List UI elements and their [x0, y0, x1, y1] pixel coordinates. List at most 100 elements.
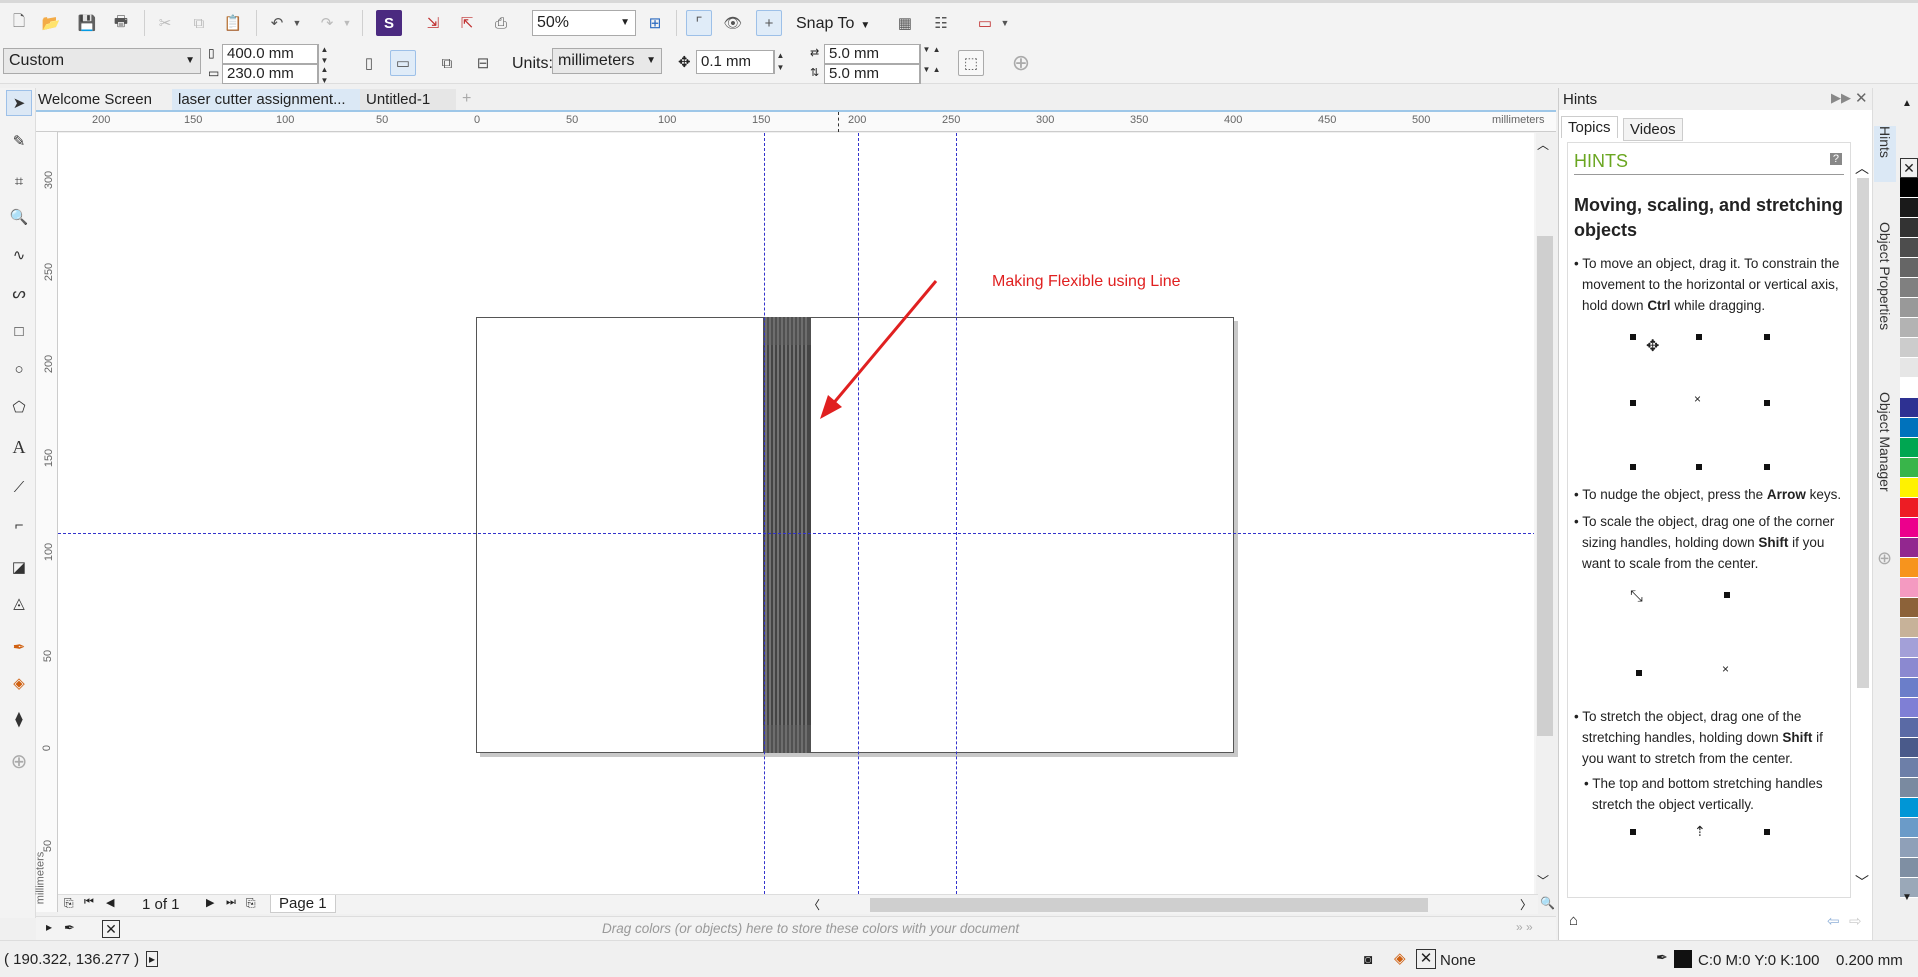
forward-icon[interactable]: ⇨: [1849, 912, 1862, 930]
shape-tool-icon[interactable]: ✎: [6, 128, 32, 154]
color-swatch[interactable]: [1900, 598, 1918, 618]
nudge-spinner[interactable]: ▲ ▼: [774, 50, 786, 74]
copy-icon[interactable]: ⧉: [186, 10, 212, 36]
help-icon[interactable]: ?: [1829, 153, 1842, 165]
color-swatch[interactable]: [1900, 778, 1918, 798]
previous-page-icon[interactable]: ◀: [106, 896, 114, 909]
view-mode-icon[interactable]: 👁: [720, 10, 746, 36]
undo-icon[interactable]: ↶: [264, 10, 290, 36]
landscape-icon[interactable]: ▭: [390, 50, 416, 76]
docker-tab-object-properties[interactable]: Object Properties: [1874, 222, 1896, 348]
print-icon[interactable]: 🖶: [108, 10, 134, 36]
no-color-swatch[interactable]: ✕: [102, 920, 120, 938]
drop-shadow-icon[interactable]: ◪: [6, 554, 32, 580]
new-tab-icon[interactable]: +: [462, 90, 471, 108]
color-swatch[interactable]: [1900, 418, 1918, 438]
zoom-tool-icon[interactable]: 🔍: [6, 204, 32, 230]
color-swatch[interactable]: [1900, 618, 1918, 638]
zoom-level-combo[interactable]: 50% ▼: [532, 10, 636, 36]
cut-icon[interactable]: ✂: [152, 10, 178, 36]
open-folder-icon[interactable]: 📂: [38, 10, 64, 36]
connector-tool-icon[interactable]: ⌐: [6, 512, 32, 538]
color-swatch[interactable]: [1900, 838, 1918, 858]
home-icon[interactable]: ⌂: [1569, 912, 1578, 929]
color-swatch[interactable]: [1900, 178, 1918, 198]
scroll-right-icon[interactable]: 〉: [1520, 896, 1532, 913]
color-swatch[interactable]: [1900, 518, 1918, 538]
snap-to-dropdown[interactable]: Snap To ▼: [796, 15, 870, 33]
first-page-icon[interactable]: ⏮: [84, 896, 94, 909]
chevron-down-icon[interactable]: ▼: [998, 10, 1012, 36]
hints-scroll-up-icon[interactable]: ︿: [1855, 158, 1869, 178]
nudge-distance-field[interactable]: 0.1 mm: [696, 50, 774, 74]
color-swatch[interactable]: [1900, 238, 1918, 258]
drawing-canvas[interactable]: Making Flexible using Line: [58, 133, 1536, 894]
ellipse-tool-icon[interactable]: ○: [6, 356, 32, 382]
color-swatch[interactable]: [1900, 658, 1918, 678]
vertical-scrollbar[interactable]: [1534, 133, 1536, 894]
next-page-icon[interactable]: ▶: [206, 896, 214, 909]
color-swatch[interactable]: [1900, 738, 1918, 758]
add-page-icon[interactable]: ⎘: [246, 896, 256, 911]
docker-tab-object-manager[interactable]: Object Manager: [1874, 392, 1896, 508]
page-width-field[interactable]: 400.0 mm: [222, 44, 318, 64]
eyedropper-icon[interactable]: ✒: [64, 920, 75, 936]
tab-laser-cutter-assignment[interactable]: laser cutter assignment...: [172, 89, 360, 111]
docker-close-icon[interactable]: ✕: [1855, 89, 1868, 107]
redo-icon[interactable]: ↷: [314, 10, 340, 36]
color-swatch[interactable]: [1900, 638, 1918, 658]
save-icon[interactable]: 💾: [74, 10, 100, 36]
outline-color-swatch[interactable]: [1674, 950, 1692, 968]
page-height-field[interactable]: 230.0 mm: [222, 64, 318, 84]
page-tab-1[interactable]: Page 1: [270, 895, 336, 913]
color-swatch[interactable]: [1900, 298, 1918, 318]
duplicate-y-spinner[interactable]: ▼ ▲: [920, 64, 942, 84]
docker-add-icon[interactable]: ⊕: [1877, 548, 1892, 569]
new-document-icon[interactable]: 🗋: [6, 10, 32, 36]
color-eyedropper-icon[interactable]: ✒: [6, 634, 32, 660]
guideline-vertical[interactable]: [858, 133, 859, 894]
tab-topics[interactable]: Topics: [1561, 116, 1618, 138]
scroll-left-icon[interactable]: 〈: [808, 896, 820, 913]
outline-pen-icon[interactable]: ✒: [1656, 949, 1668, 966]
document-palette[interactable]: ▸ ✒ ✕ Drag colors (or objects) here to s…: [36, 916, 1556, 940]
vertical-scrollbar-thumb[interactable]: [1537, 236, 1553, 736]
fill-none-swatch[interactable]: ✕: [1416, 949, 1436, 969]
color-swatch[interactable]: [1900, 758, 1918, 778]
crop-tool-icon[interactable]: ⌗: [6, 168, 32, 194]
color-swatch[interactable]: [1900, 718, 1918, 738]
hints-scrollbar-thumb[interactable]: [1857, 178, 1869, 688]
all-pages-icon[interactable]: ⧉: [434, 50, 460, 76]
artistic-media-icon[interactable]: ᔕ: [6, 280, 32, 306]
freehand-tool-icon[interactable]: ∿: [6, 242, 32, 268]
page-options-icon[interactable]: ⎘: [64, 896, 74, 911]
transparency-icon[interactable]: ◬: [6, 590, 32, 616]
application-launcher-icon[interactable]: ☷: [928, 10, 954, 36]
fill-bucket-icon[interactable]: ◈: [1394, 949, 1406, 967]
docker-tab-hints[interactable]: Hints: [1874, 126, 1896, 182]
color-swatch[interactable]: [1900, 438, 1918, 458]
tab-videos[interactable]: Videos: [1623, 118, 1683, 141]
color-swatch[interactable]: [1900, 498, 1918, 518]
guideline-vertical[interactable]: [764, 133, 765, 894]
guideline-vertical[interactable]: [956, 133, 957, 894]
scroll-down-icon[interactable]: ﹀: [1537, 872, 1549, 889]
parallel-dimension-icon[interactable]: ⟋: [6, 474, 32, 500]
pick-tool-icon[interactable]: ➤: [6, 90, 32, 116]
color-swatch[interactable]: [1900, 218, 1918, 238]
show-guidelines-icon[interactable]: +: [756, 10, 782, 36]
palette-scroll-down-icon[interactable]: ▼: [1902, 892, 1912, 903]
palette-expand-icon[interactable]: ▸: [46, 920, 52, 934]
page-size-dropdown[interactable]: Custom ▼: [3, 48, 201, 74]
horizontal-ruler[interactable]: 200 150 100 50 0 50 100 150 200 250 300 …: [36, 112, 1556, 132]
tab-welcome-screen[interactable]: Welcome Screen: [32, 89, 158, 111]
color-swatch[interactable]: [1900, 358, 1918, 378]
color-swatch[interactable]: [1900, 538, 1918, 558]
last-page-icon[interactable]: ⏭: [226, 896, 236, 909]
horizontal-scrollbar-thumb[interactable]: [870, 898, 1428, 912]
color-swatch[interactable]: [1900, 278, 1918, 298]
duplicate-y-field[interactable]: 5.0 mm: [824, 64, 920, 84]
width-spinner[interactable]: ▲ ▼: [318, 44, 330, 65]
export-icon[interactable]: ⇱: [454, 10, 480, 36]
smart-fill-icon[interactable]: ⧫: [6, 706, 32, 732]
